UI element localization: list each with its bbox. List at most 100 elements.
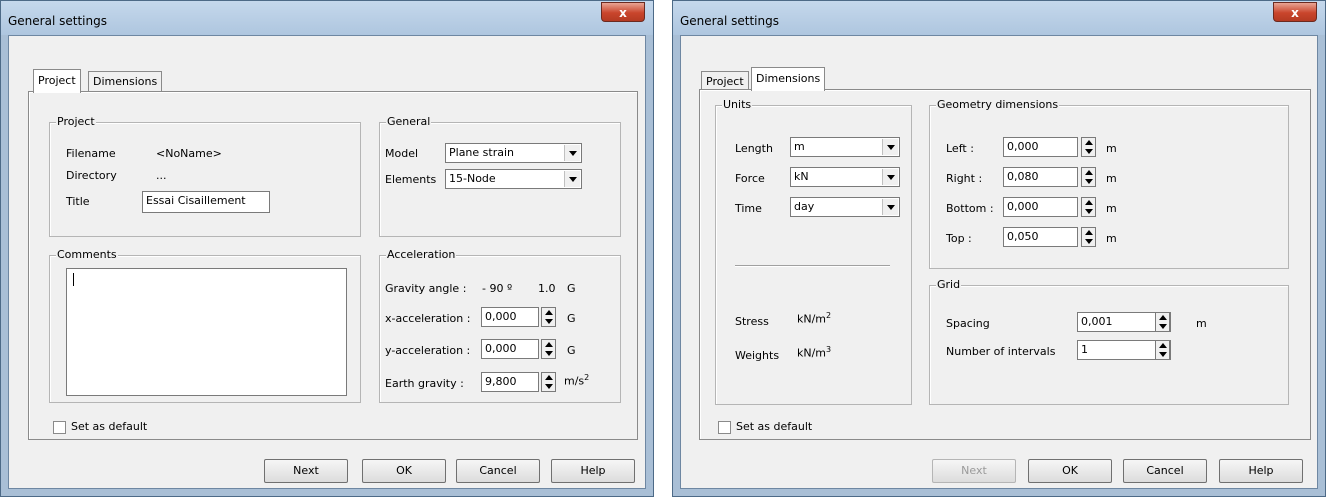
spin-up-icon[interactable] bbox=[545, 342, 553, 347]
units-separator bbox=[735, 265, 890, 267]
right-input[interactable]: 0,080 bbox=[1003, 167, 1078, 187]
spin-down-icon[interactable] bbox=[1085, 149, 1093, 154]
title-label: Title bbox=[66, 195, 90, 208]
spin-up-icon[interactable] bbox=[545, 310, 553, 315]
length-select[interactable]: m bbox=[790, 137, 900, 157]
model-select-value: Plane strain bbox=[449, 146, 515, 159]
y-acceleration-spinner[interactable] bbox=[541, 339, 556, 359]
set-default-label[interactable]: Set as default bbox=[736, 420, 812, 433]
comments-textarea[interactable] bbox=[66, 268, 347, 396]
window-title: General settings bbox=[680, 14, 779, 28]
tab-dimensions[interactable]: Dimensions bbox=[751, 67, 826, 91]
close-button[interactable]: x bbox=[1273, 2, 1317, 22]
force-label: Force bbox=[735, 172, 765, 185]
spacing-spinner[interactable] bbox=[1155, 312, 1170, 332]
weights-unit: kN/m3 bbox=[797, 345, 831, 360]
top-unit: m bbox=[1106, 232, 1117, 245]
elements-select[interactable]: 15-Node bbox=[445, 169, 582, 189]
force-select[interactable]: kN bbox=[790, 167, 900, 187]
spin-up-icon[interactable] bbox=[1159, 343, 1167, 348]
title-input[interactable]: Essai Cisaillement bbox=[142, 191, 270, 213]
spin-down-icon[interactable] bbox=[545, 319, 553, 324]
spin-up-icon[interactable] bbox=[1085, 140, 1093, 145]
spin-up-icon[interactable] bbox=[1085, 200, 1093, 205]
spacing-unit: m bbox=[1196, 317, 1207, 330]
top-label: Top : bbox=[946, 232, 972, 245]
set-default-label[interactable]: Set as default bbox=[71, 420, 147, 433]
force-select-value: kN bbox=[794, 170, 809, 183]
spin-down-icon[interactable] bbox=[1085, 209, 1093, 214]
group-legend: Comments bbox=[56, 248, 118, 261]
spin-down-icon[interactable] bbox=[1159, 324, 1167, 329]
chevron-down-icon[interactable] bbox=[882, 139, 898, 155]
spin-up-icon[interactable] bbox=[1085, 170, 1093, 175]
ok-button[interactable]: OK bbox=[1028, 459, 1112, 483]
y-acceleration-label: y-acceleration : bbox=[385, 344, 471, 357]
set-default-checkbox[interactable] bbox=[53, 421, 66, 434]
close-button[interactable]: x bbox=[601, 2, 645, 22]
help-button[interactable]: Help bbox=[551, 459, 635, 483]
earth-gravity-spinner[interactable] bbox=[541, 372, 556, 392]
right-label: Right : bbox=[946, 172, 983, 185]
set-default-checkbox[interactable] bbox=[718, 421, 731, 434]
time-select[interactable]: day bbox=[790, 197, 900, 217]
chevron-down-icon[interactable] bbox=[564, 145, 580, 161]
chevron-down-icon[interactable] bbox=[882, 199, 898, 215]
title-bar[interactable]: General settings x bbox=[1, 1, 653, 35]
next-button[interactable]: Next bbox=[264, 459, 348, 483]
directory-value: ... bbox=[156, 169, 167, 182]
ok-button[interactable]: OK bbox=[362, 459, 446, 483]
weights-unit-text: kN/m bbox=[797, 346, 827, 360]
weights-label: Weights bbox=[735, 349, 780, 362]
cancel-button[interactable]: Cancel bbox=[1123, 459, 1207, 483]
help-button[interactable]: Help bbox=[1219, 459, 1303, 483]
elements-select-value: 15-Node bbox=[449, 172, 496, 185]
model-select[interactable]: Plane strain bbox=[445, 143, 582, 163]
left-spinner[interactable] bbox=[1081, 137, 1096, 157]
spin-down-icon[interactable] bbox=[1085, 239, 1093, 244]
x-acceleration-spinner[interactable] bbox=[541, 307, 556, 327]
stress-unit-sup: 2 bbox=[826, 311, 832, 320]
bottom-input[interactable]: 0,000 bbox=[1003, 197, 1078, 217]
top-input[interactable]: 0,050 bbox=[1003, 227, 1078, 247]
spin-down-icon[interactable] bbox=[1085, 179, 1093, 184]
spin-up-icon[interactable] bbox=[1085, 230, 1093, 235]
earth-gravity-input[interactable]: 9,800 bbox=[481, 372, 539, 392]
cancel-button[interactable]: Cancel bbox=[456, 459, 540, 483]
next-button[interactable]: Next bbox=[932, 459, 1016, 483]
title-bar[interactable]: General settings x bbox=[673, 1, 1325, 35]
spin-up-icon[interactable] bbox=[545, 375, 553, 380]
x-acceleration-input[interactable]: 0,000 bbox=[481, 307, 539, 327]
left-input[interactable]: 0,000 bbox=[1003, 137, 1078, 157]
time-label: Time bbox=[735, 202, 762, 215]
spin-down-icon[interactable] bbox=[1159, 352, 1167, 357]
spin-down-icon[interactable] bbox=[545, 351, 553, 356]
spin-down-icon[interactable] bbox=[545, 384, 553, 389]
bottom-spinner[interactable] bbox=[1081, 197, 1096, 217]
directory-label: Directory bbox=[66, 169, 117, 182]
x-acceleration-label: x-acceleration : bbox=[385, 312, 471, 325]
earth-gravity-unit-text: m/s bbox=[564, 374, 585, 388]
length-label: Length bbox=[735, 142, 773, 155]
group-legend: Grid bbox=[936, 278, 962, 291]
left-unit: m bbox=[1106, 142, 1117, 155]
tab-dimensions[interactable]: Dimensions bbox=[88, 71, 163, 92]
top-spinner[interactable] bbox=[1081, 227, 1096, 247]
group-legend: Geometry dimensions bbox=[936, 98, 1060, 111]
text-caret bbox=[73, 273, 74, 286]
chevron-down-icon[interactable] bbox=[564, 171, 580, 187]
intervals-label: Number of intervals bbox=[946, 345, 1056, 358]
intervals-spinner[interactable] bbox=[1155, 340, 1170, 360]
filename-value: <NoName> bbox=[156, 147, 222, 160]
stress-label: Stress bbox=[735, 315, 769, 328]
chevron-down-icon[interactable] bbox=[882, 169, 898, 185]
gravity-angle-value: - 90 º bbox=[482, 282, 513, 295]
x-acceleration-unit: G bbox=[567, 312, 576, 325]
weights-unit-sup: 3 bbox=[826, 345, 832, 354]
spin-up-icon[interactable] bbox=[1159, 315, 1167, 320]
tab-project[interactable]: Project bbox=[33, 69, 81, 93]
right-spinner[interactable] bbox=[1081, 167, 1096, 187]
group-legend: Units bbox=[722, 98, 753, 111]
y-acceleration-input[interactable]: 0,000 bbox=[481, 339, 539, 359]
stress-unit-text: kN/m bbox=[797, 312, 827, 326]
